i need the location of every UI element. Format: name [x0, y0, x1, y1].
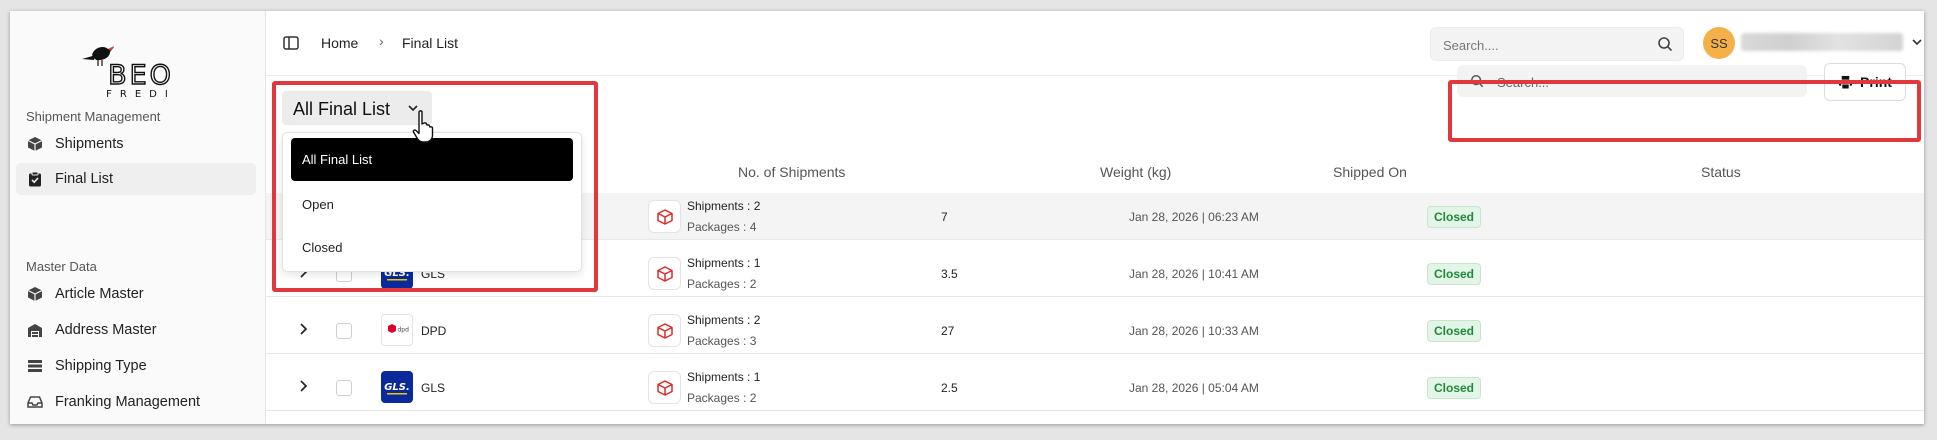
- carrier-name: DPD: [421, 324, 447, 338]
- weight-cell: 2.5: [941, 381, 958, 395]
- sidebar: BEO FREDI Shipment Management Shipments …: [10, 11, 266, 424]
- layers-icon: [26, 357, 44, 375]
- clipboard-check-icon: [26, 170, 44, 188]
- header-search: [1430, 27, 1684, 62]
- sidebar-item-shipments[interactable]: Shipments: [16, 128, 256, 160]
- shipped-on-cell: Jan 28, 2026 | 05:04 AM: [1129, 381, 1259, 395]
- user-name-redacted: [1741, 33, 1903, 51]
- row-checkbox[interactable]: [336, 380, 352, 396]
- shipments-count: Shipments : 1: [687, 370, 761, 384]
- warehouse-icon: [26, 321, 44, 339]
- status-badge: Closed: [1427, 263, 1482, 285]
- highlight-box-search-print: [1448, 80, 1921, 142]
- breadcrumb-separator-icon: ›: [379, 33, 384, 49]
- weight-cell: 7: [941, 210, 948, 224]
- column-header-shipped-on[interactable]: Shipped On: [1333, 164, 1407, 180]
- shipments-count: Shipments : 2: [687, 313, 761, 327]
- status-badge: Closed: [1427, 206, 1482, 228]
- sidebar-item-label: Franking Management: [55, 394, 201, 410]
- sidebar-item-address-master[interactable]: Address Master: [16, 314, 256, 346]
- svg-text:dpd: dpd: [398, 327, 410, 334]
- status-badge: Closed: [1427, 377, 1482, 399]
- shipped-on-cell: Jan 28, 2026 | 10:33 AM: [1129, 324, 1259, 338]
- column-header-weight[interactable]: Weight (kg): [1100, 164, 1171, 180]
- highlight-box-filter: [272, 81, 598, 292]
- section-title-shipment-management: Shipment Management: [26, 109, 161, 124]
- inbox-icon: [26, 393, 44, 411]
- status-badge: Closed: [1427, 320, 1482, 342]
- package-icon: [648, 314, 681, 347]
- shipped-on-cell: Jan 28, 2026 | 06:23 AM: [1129, 210, 1259, 224]
- chevron-right-icon[interactable]: [297, 322, 309, 341]
- breadcrumb-home[interactable]: Home: [321, 35, 358, 51]
- header-search-input[interactable]: [1441, 28, 1645, 62]
- section-title-master-data: Master Data: [26, 259, 97, 274]
- sidebar-item-label: Final List: [55, 171, 114, 187]
- package-icon: [648, 257, 681, 290]
- weight-cell: 3.5: [941, 267, 958, 281]
- packages-count: Packages : 2: [687, 391, 757, 405]
- chevron-down-icon[interactable]: [1911, 35, 1923, 53]
- sidebar-item-label: Shipments: [55, 136, 124, 152]
- brand-logo[interactable]: BEO FREDI: [74, 33, 208, 100]
- svg-text:FREDI: FREDI: [106, 89, 176, 99]
- packages-count: Packages : 4: [687, 220, 757, 234]
- weight-cell: 27: [941, 324, 955, 338]
- sidebar-item-label: Shipping Type: [55, 358, 147, 374]
- column-header-shipments[interactable]: No. of Shipments: [738, 164, 845, 180]
- sidebar-item-franking-management[interactable]: Franking Management: [16, 386, 256, 418]
- packages-count: Packages : 3: [687, 334, 757, 348]
- dpd-logo: dpd: [381, 314, 413, 346]
- svg-text:GLS.: GLS.: [384, 382, 410, 393]
- table-row[interactable]: dpd DPD Shipments : 2 Packages : 3 27 Ja…: [266, 307, 1924, 354]
- sidebar-item-label: Address Master: [55, 322, 157, 338]
- package-icon: [648, 200, 681, 233]
- search-icon[interactable]: [1657, 36, 1673, 57]
- breadcrumb-current: Final List: [402, 35, 459, 51]
- sidebar-item-article-master[interactable]: Article Master: [16, 278, 256, 310]
- shipments-count: Shipments : 1: [687, 256, 761, 270]
- avatar[interactable]: SS: [1703, 27, 1735, 59]
- sidebar-item-shipping-type[interactable]: Shipping Type: [16, 350, 256, 382]
- carrier-name: GLS: [421, 381, 446, 395]
- column-header-status[interactable]: Status: [1701, 164, 1741, 180]
- table-row[interactable]: GLS. GLS Shipments : 1 Packages : 2 2.5 …: [266, 364, 1924, 411]
- box-icon: [26, 285, 44, 303]
- shipped-on-cell: Jan 28, 2026 | 10:41 AM: [1129, 267, 1259, 281]
- svg-text:BEO: BEO: [108, 60, 174, 91]
- sidebar-toggle-icon[interactable]: [282, 34, 300, 52]
- package-icon: [648, 371, 681, 404]
- sidebar-item-label: Article Master: [55, 286, 144, 302]
- sidebar-item-final-list[interactable]: Final List: [16, 163, 256, 195]
- box-icon: [26, 135, 44, 153]
- row-checkbox[interactable]: [336, 323, 352, 339]
- gls-logo: GLS.: [381, 371, 413, 403]
- chevron-right-icon[interactable]: [297, 379, 309, 398]
- packages-count: Packages : 2: [687, 277, 757, 291]
- shipments-count: Shipments : 2: [687, 199, 761, 213]
